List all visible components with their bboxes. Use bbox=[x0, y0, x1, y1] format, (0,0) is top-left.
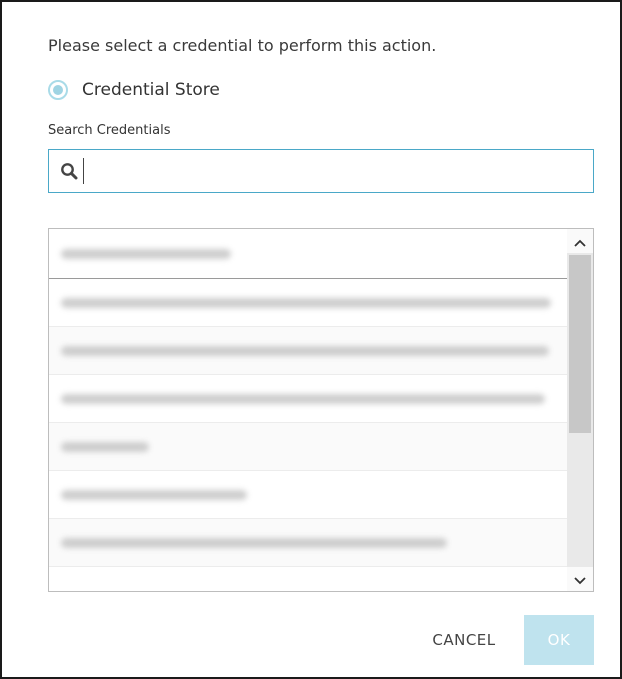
scroll-up-button[interactable] bbox=[567, 229, 593, 253]
scroll-track[interactable] bbox=[567, 253, 593, 567]
redacted-credential bbox=[61, 441, 149, 452]
credential-store-radio[interactable] bbox=[48, 80, 68, 100]
credential-store-option[interactable]: Credential Store bbox=[48, 80, 220, 100]
search-credentials-box[interactable] bbox=[48, 149, 594, 193]
chevron-down-icon bbox=[574, 570, 586, 589]
list-scrollbar[interactable] bbox=[567, 229, 593, 591]
list-item[interactable] bbox=[49, 229, 567, 279]
cancel-button[interactable]: CANCEL bbox=[416, 615, 512, 665]
list-item[interactable] bbox=[49, 279, 567, 327]
search-credentials-label: Search Credentials bbox=[48, 123, 171, 138]
list-item[interactable] bbox=[49, 327, 567, 375]
scroll-down-button[interactable] bbox=[567, 567, 593, 591]
credential-store-label: Credential Store bbox=[82, 80, 220, 100]
credential-dialog: Please select a credential to perform th… bbox=[0, 0, 622, 679]
list-item[interactable] bbox=[49, 471, 567, 519]
list-item[interactable] bbox=[49, 375, 567, 423]
scroll-thumb[interactable] bbox=[569, 255, 591, 433]
list-item[interactable] bbox=[49, 519, 567, 567]
redacted-credential bbox=[61, 345, 549, 356]
ok-button[interactable]: OK bbox=[524, 615, 594, 665]
radio-selected-dot bbox=[53, 85, 63, 95]
redacted-credential bbox=[61, 297, 551, 308]
chevron-up-icon bbox=[574, 232, 586, 251]
search-icon bbox=[59, 161, 79, 181]
redacted-credential bbox=[61, 537, 447, 548]
search-credentials-input[interactable] bbox=[83, 158, 593, 184]
credential-list-items bbox=[49, 229, 567, 567]
redacted-credential bbox=[61, 393, 545, 404]
dialog-prompt: Please select a credential to perform th… bbox=[48, 36, 437, 55]
list-item[interactable] bbox=[49, 423, 567, 471]
credential-list bbox=[48, 228, 594, 592]
redacted-credential bbox=[61, 489, 247, 500]
redacted-credential bbox=[61, 248, 231, 259]
